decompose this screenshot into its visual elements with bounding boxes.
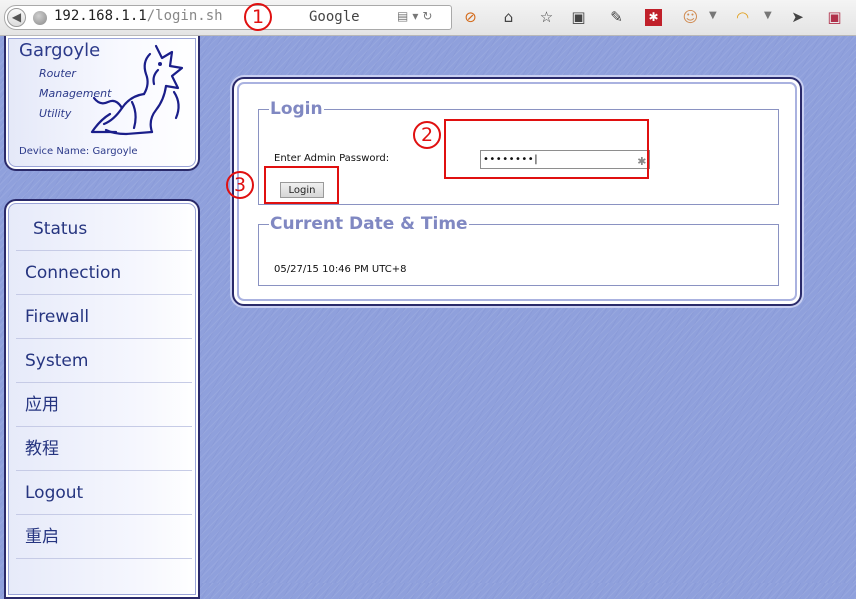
bookmarks-list-icon[interactable]: ▣ <box>570 9 587 26</box>
annotation-step-2: 2 <box>413 121 441 149</box>
annotation-step-1: 1 <box>244 3 272 31</box>
datetime-fieldset: Current Date & Time 05/27/15 10:46 PM UT… <box>258 214 779 286</box>
addon-red-icon[interactable]: ✱ <box>645 9 662 26</box>
current-datetime: 05/27/15 10:46 PM UTC+8 <box>274 264 407 275</box>
url-bar[interactable]: ◀ 192.168.1.1/login.sh Google ▤▾↻ <box>4 5 452 30</box>
nav-item-tutorial[interactable]: 教程 <box>16 428 192 471</box>
adblock-icon[interactable]: ⊘ <box>462 9 479 26</box>
rainbow-icon[interactable]: ◠ <box>734 9 751 26</box>
bookmark-star-icon[interactable]: ☆ <box>538 9 555 26</box>
site-identity-icon[interactable] <box>33 11 47 25</box>
annotation-box-login-button <box>264 166 339 204</box>
nav-item-status[interactable]: Status <box>16 208 192 251</box>
send-icon[interactable]: ➤ <box>789 9 806 26</box>
face-icon[interactable]: ☺ <box>682 9 699 26</box>
dropdown-icon[interactable]: ▾ <box>412 9 422 23</box>
tools-wrench-icon[interactable]: ✎ <box>608 9 625 26</box>
url-bar-icons: ▤▾↻ <box>397 9 436 23</box>
annotation-box-password <box>444 119 649 179</box>
nav-item-applications[interactable]: 应用 <box>16 384 192 427</box>
home-icon[interactable]: ⌂ <box>500 9 517 26</box>
nav-item-connection[interactable]: Connection <box>16 252 192 295</box>
logo-header: Gargoyle Router Management Utility Devic… <box>4 36 200 171</box>
search-engine-label[interactable]: Google <box>309 9 360 25</box>
nav-item-logout[interactable]: Logout <box>16 472 192 515</box>
dropdown-icon[interactable]: ▼ <box>709 10 717 21</box>
nav-item-reboot[interactable]: 重启 <box>16 516 192 559</box>
reload-icon[interactable]: ↻ <box>422 9 436 23</box>
back-icon[interactable]: ◀ <box>7 8 26 27</box>
browser-toolbar: ◀ 192.168.1.1/login.sh Google ▤▾↻ ⊘ ⌂ ☆ … <box>0 0 856 36</box>
subtitle-line: Utility <box>39 107 72 120</box>
window-icon[interactable]: ▣ <box>826 9 843 26</box>
device-name: Device Name: Gargoyle <box>19 146 138 157</box>
login-legend: Login <box>270 99 323 119</box>
nav-item-system[interactable]: System <box>16 340 192 383</box>
url-text[interactable]: 192.168.1.1/login.sh <box>54 8 223 24</box>
annotation-step-3: 3 <box>226 171 254 199</box>
gargoyle-logo-icon <box>90 44 184 136</box>
password-label: Enter Admin Password: <box>274 153 390 164</box>
sidebar-nav: Status Connection Firewall System 应用 教程 … <box>4 199 200 599</box>
dropdown-icon[interactable]: ▼ <box>764 10 772 21</box>
rss-feed-icon[interactable]: ▤ <box>397 9 412 23</box>
datetime-legend: Current Date & Time <box>270 214 468 234</box>
nav-item-firewall[interactable]: Firewall <box>16 296 192 339</box>
subtitle-line: Router <box>39 67 76 80</box>
